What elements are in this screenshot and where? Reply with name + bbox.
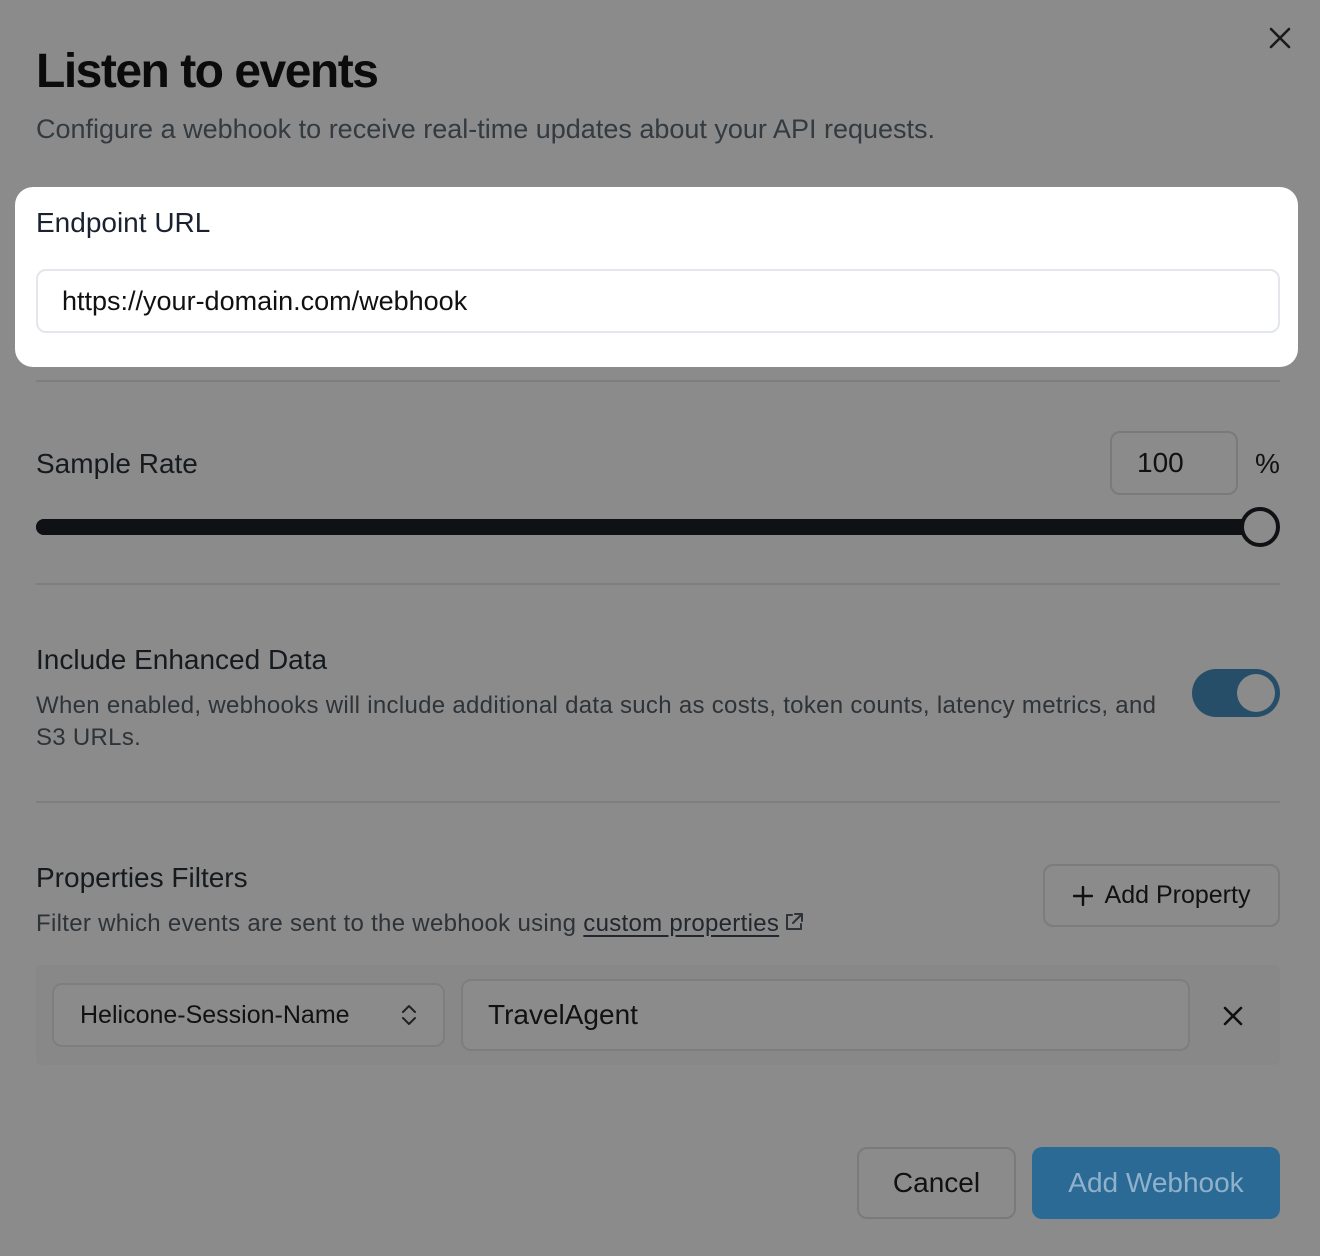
divider	[36, 801, 1280, 803]
remove-filter-button[interactable]	[1217, 1000, 1249, 1032]
custom-properties-link[interactable]: custom properties	[583, 910, 779, 937]
webhook-dialog: Listen to events Configure a webhook to …	[0, 0, 1320, 1256]
divider	[36, 380, 1280, 382]
filter-row: Helicone-Session-Name	[36, 965, 1280, 1065]
endpoint-section: Endpoint URL	[15, 187, 1298, 367]
properties-filters-description: Filter which events are sent to the webh…	[36, 908, 805, 940]
cancel-button[interactable]: Cancel	[857, 1147, 1016, 1219]
dialog-subtitle: Configure a webhook to receive real-time…	[36, 114, 936, 144]
external-link-icon	[786, 913, 804, 930]
enhanced-data-description: When enabled, webhooks will include addi…	[36, 692, 1157, 751]
endpoint-label: Endpoint URL	[36, 207, 211, 238]
properties-description-text: Filter which events are sent to the webh…	[36, 910, 584, 937]
plus-icon	[1072, 885, 1093, 906]
enhanced-data-toggle[interactable]	[1192, 669, 1280, 717]
add-webhook-button[interactable]: Add Webhook	[1032, 1147, 1280, 1219]
toggle-knob	[1237, 674, 1275, 712]
property-key-select[interactable]: Helicone-Session-Name	[52, 983, 445, 1047]
close-icon	[1269, 27, 1291, 49]
sample-rate-unit: %	[1255, 448, 1280, 479]
sample-rate-slider[interactable]	[36, 519, 1260, 535]
property-value-input[interactable]	[461, 979, 1190, 1051]
slider-fill	[36, 519, 1260, 535]
add-property-button[interactable]: Add Property	[1043, 864, 1280, 927]
add-property-label: Add Property	[1104, 881, 1251, 909]
endpoint-url-input[interactable]	[36, 269, 1280, 333]
sample-rate-label: Sample Rate	[36, 448, 198, 479]
slider-thumb[interactable]	[1240, 507, 1280, 547]
property-key-value: Helicone-Session-Name	[80, 1000, 350, 1029]
sample-rate-input[interactable]	[1110, 431, 1238, 495]
dialog-title: Listen to events	[36, 45, 379, 98]
properties-filters-label: Properties Filters	[36, 862, 248, 893]
chevron-up-down-icon	[402, 1005, 416, 1025]
close-icon	[1223, 1006, 1243, 1026]
close-button[interactable]	[1264, 22, 1296, 54]
enhanced-data-label: Include Enhanced Data	[36, 644, 328, 675]
divider	[36, 583, 1280, 585]
